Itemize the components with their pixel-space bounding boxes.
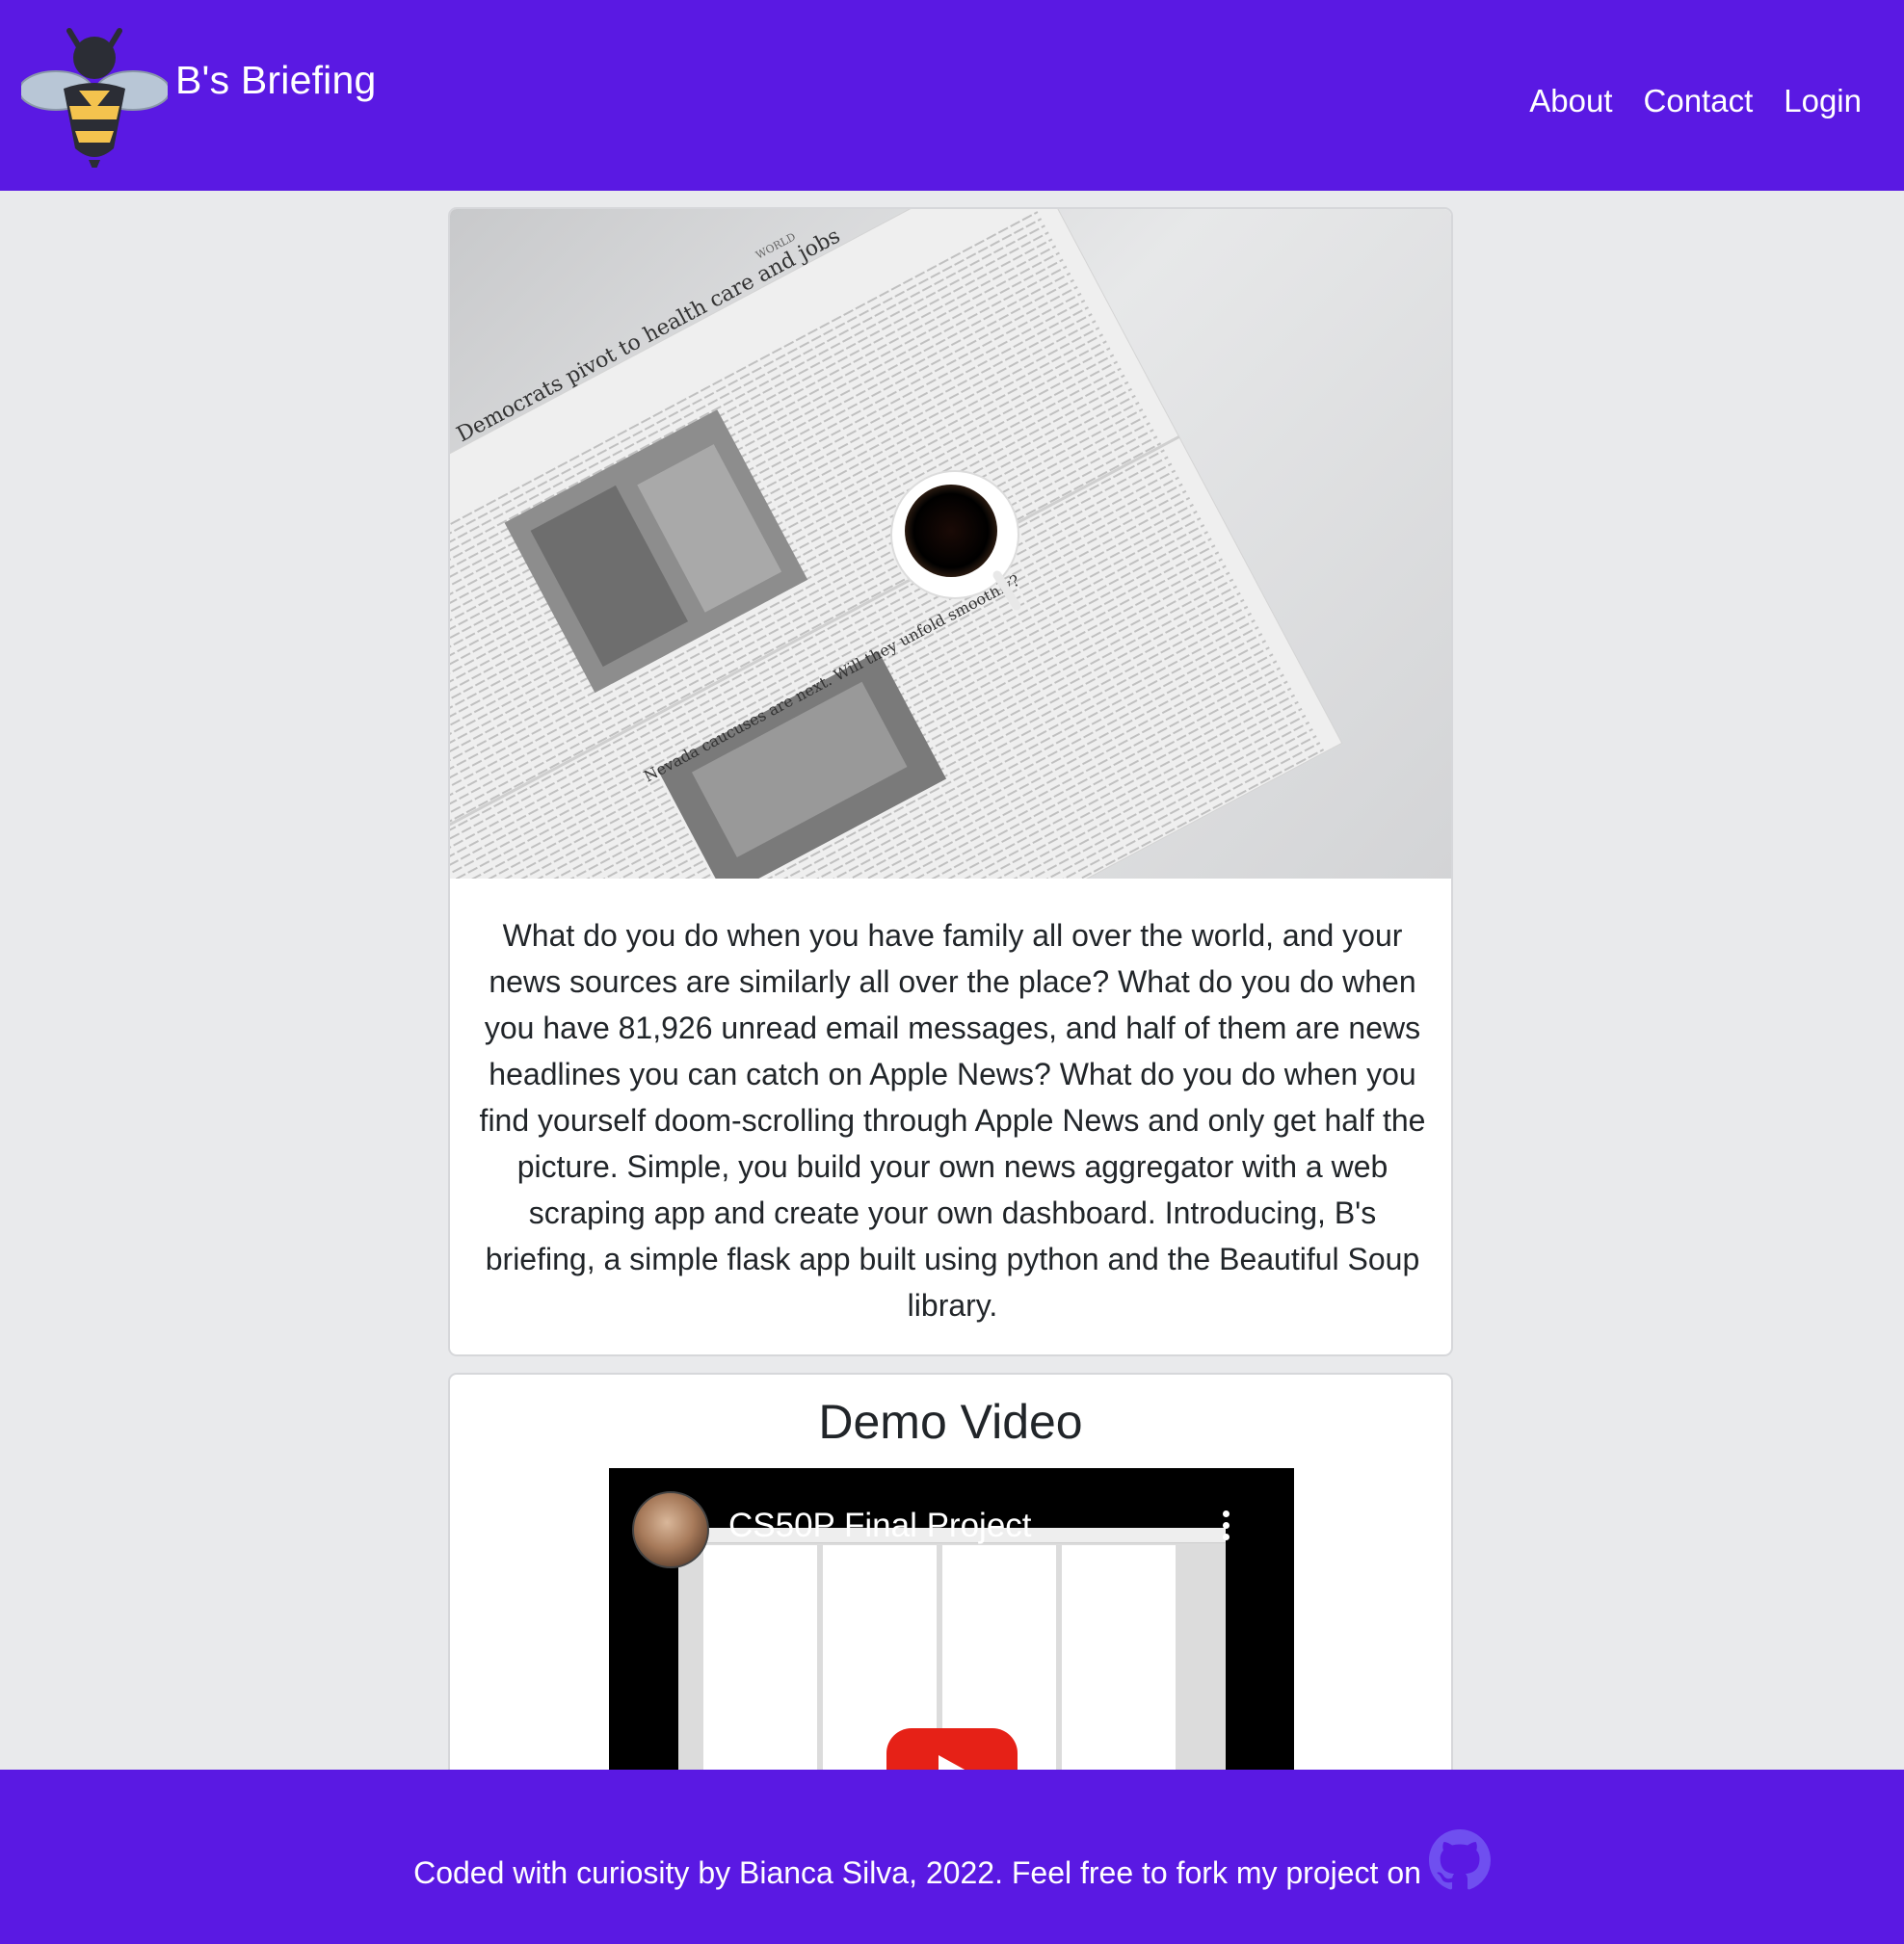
bee-logo-icon [21,28,168,168]
intro-description: What do you do when you have family all … [479,918,1426,1323]
footer: Coded with curiosity by Bianca Silva, 20… [0,1770,1904,1944]
hero-newspaper-image: Democrats pivot to health care and jobs … [450,209,1451,879]
demo-video-heading: Demo Video [818,1395,1083,1449]
nav-login-link[interactable]: Login [1784,83,1862,119]
video-more-icon[interactable] [1221,1511,1230,1540]
newspaper-illustration: Democrats pivot to health care and jobs … [450,209,1343,879]
github-icon[interactable] [1428,1829,1491,1891]
intro-card: Democrats pivot to health care and jobs … [448,207,1453,1356]
footer-credit: Coded with curiosity by Bianca Silva, 20… [413,1854,1421,1890]
brand-title: B's Briefing [175,57,377,102]
nav-links: About Contact Login [1529,83,1862,119]
navbar: B's Briefing About Contact Login [0,0,1904,191]
video-title[interactable]: CS50P Final Project [728,1507,1032,1545]
channel-avatar[interactable] [632,1491,709,1568]
nav-contact-link[interactable]: Contact [1644,83,1754,119]
footer-content: Coded with curiosity by Bianca Silva, 20… [0,1829,1904,1891]
nav-about-link[interactable]: About [1529,83,1612,119]
brand-link[interactable]: B's Briefing [21,21,376,168]
